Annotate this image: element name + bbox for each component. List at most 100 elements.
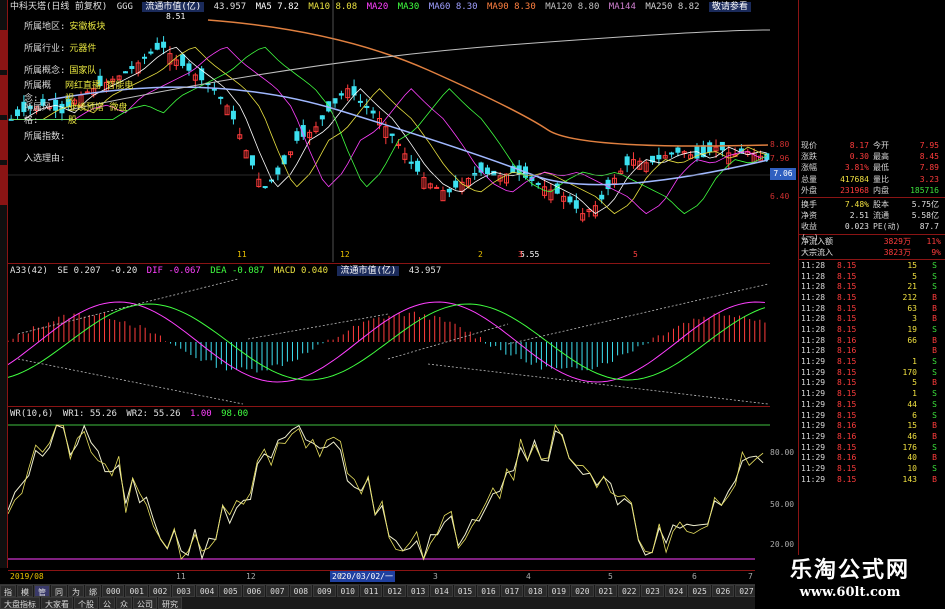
tab-008[interactable]: 008	[289, 585, 313, 597]
tab-006[interactable]: 006	[242, 585, 266, 597]
quote-row: 总量 417684 量比 3.23	[799, 174, 945, 185]
candle-body	[573, 200, 579, 209]
f10-row: 所属地区: 安徽板块	[24, 14, 134, 36]
tick-side: B	[932, 453, 937, 463]
tab-003[interactable]: 003	[172, 585, 195, 597]
left-tab-2[interactable]	[0, 75, 8, 115]
left-tab-1[interactable]	[0, 30, 8, 70]
wr-chart[interactable]	[8, 407, 770, 569]
tab-013[interactable]: 013	[406, 585, 430, 597]
tab-011[interactable]: 011	[359, 585, 383, 597]
tab-模板[interactable]: 模板	[17, 585, 33, 597]
tab-018[interactable]: 018	[524, 585, 547, 597]
tick-row: 11:29 8.15 6 S	[799, 411, 945, 422]
kline-pane[interactable]: 中科天塔(日线 前复权) GGG 流通市值(亿) 43.957 MA5 7.82…	[8, 0, 770, 262]
candle-body	[218, 96, 224, 99]
tick-side: S	[932, 442, 937, 452]
indicator-value: 43.957	[213, 2, 247, 12]
macd-header: A33(42) SE 0.207 -0.20 DIF -0.067 DEA -0…	[10, 265, 445, 277]
f10-value: 业绩预增 微盘股	[67, 103, 128, 126]
quote-key: PE(动)	[873, 222, 901, 232]
tick-list[interactable]: 11:28 8.15 15 S 11:28 8.15 5 S 11:28 8.15 21 S 11:28…	[799, 261, 945, 485]
ma10-label: MA10 8.08	[308, 2, 358, 12]
macd-pane[interactable]: A33(42) SE 0.207 -0.20 DIF -0.067 DEA -0…	[8, 263, 770, 405]
tick-row: 11:29 8.15 5 B	[799, 378, 945, 389]
tab-众[interactable]: 众	[116, 597, 132, 609]
tab-023[interactable]: 023	[641, 585, 664, 597]
quote-panel: 现价 8.17 今开 7.95 涨跌 0.30 最高 8.45 涨幅 3.81% 最低 7.89 总量 4…	[798, 0, 945, 568]
tab-022[interactable]: 022	[617, 585, 641, 597]
tab-研究[interactable]: 研究	[158, 597, 182, 609]
candle-body	[415, 160, 421, 172]
tab-016[interactable]: 016	[477, 585, 500, 597]
quote-value: 0.023	[844, 222, 869, 232]
quote-key: 内盘	[873, 185, 889, 195]
wr-v2: 98.00	[221, 409, 249, 419]
tab-公[interactable]: 公	[99, 597, 115, 609]
candle-body	[211, 88, 217, 91]
tab-017[interactable]: 017	[500, 585, 524, 597]
tick-side: S	[932, 282, 937, 292]
tab-管理[interactable]: 管理	[34, 585, 50, 597]
tab-024[interactable]: 024	[664, 585, 688, 597]
tick-time: 11:28	[801, 303, 826, 313]
quote-key: 收益(一)	[801, 222, 819, 243]
left-tab-4[interactable]	[0, 165, 8, 205]
tab-019[interactable]: 019	[547, 585, 571, 597]
tab-015[interactable]: 015	[453, 585, 477, 597]
ma250-label: MA250 8.82	[645, 2, 700, 12]
tick-side: S	[932, 325, 937, 334]
flow-row: 净流入额 3829万 11%	[799, 236, 945, 247]
tab-010[interactable]: 010	[336, 585, 359, 597]
tick-row: 11:29 8.15 10 S	[799, 464, 945, 475]
high-price-label: 8.51	[166, 12, 186, 21]
tab-绑定股[interactable]: 绑定股	[85, 585, 101, 597]
tab-大盘指标[interactable]: 大盘指标	[0, 597, 40, 609]
tab-公司[interactable]: 公司	[133, 597, 157, 609]
date-marker: 5	[633, 250, 638, 259]
trend-line	[17, 278, 239, 335]
tab-009[interactable]: 009	[313, 585, 336, 597]
left-tab-3[interactable]	[0, 120, 8, 160]
tab-005[interactable]: 005	[219, 585, 242, 597]
wr-name[interactable]: WR(10,6)	[10, 409, 53, 419]
quote-row: 换手 7.48% 股本 5.75亿	[799, 199, 945, 210]
candle-body	[262, 186, 268, 189]
candle-body	[319, 115, 325, 120]
macd-value: MACD 0.040	[273, 266, 329, 276]
tick-price: 8.15	[837, 410, 857, 420]
tick-side: B	[932, 335, 937, 345]
tab-同行[interactable]: 同行	[51, 585, 67, 597]
quote-row: 收益(一) 0.023 PE(动) 87.7	[799, 221, 945, 243]
macd-chart[interactable]	[8, 264, 770, 406]
tab-007[interactable]: 007	[266, 585, 289, 597]
tick-time: 11:29	[801, 399, 826, 409]
tick-price: 8.15	[837, 357, 857, 367]
ma20-label: MA20	[366, 2, 389, 12]
tab-014[interactable]: 014	[430, 585, 453, 597]
tab-个股[interactable]: 个股	[74, 597, 98, 609]
tab-000[interactable]: 000	[102, 585, 125, 597]
tick-row: 11:28 8.15 212 B	[799, 293, 945, 304]
tick-time: 11:29	[801, 389, 826, 399]
tab-为[interactable]: 为	[68, 585, 84, 597]
tick-price: 8.15	[837, 292, 857, 302]
wr-pane[interactable]: WR(10,6) WR1: 55.26 WR2: 55.26 1.00 98.0…	[8, 406, 770, 568]
tab-025[interactable]: 025	[688, 585, 711, 597]
tab-004[interactable]: 004	[195, 585, 219, 597]
tab-021[interactable]: 021	[594, 585, 617, 597]
tab-001[interactable]: 001	[125, 585, 148, 597]
tab-002[interactable]: 002	[148, 585, 172, 597]
indicator-name[interactable]: 流通市值(亿)	[142, 2, 205, 12]
tab-012[interactable]: 012	[383, 585, 406, 597]
candle-body	[453, 180, 459, 188]
macd-name[interactable]: A33(42)	[10, 266, 48, 276]
time-axis-month: 3	[433, 572, 438, 581]
tick-price: 8.15	[837, 282, 857, 292]
tab-指标[interactable]: 指标	[0, 585, 16, 597]
tick-time: 11:29	[801, 378, 826, 388]
tab-020[interactable]: 020	[571, 585, 594, 597]
time-axis-month: 11	[176, 572, 186, 581]
tab-大家看[interactable]: 大家看	[41, 597, 73, 609]
tab-026[interactable]: 026	[711, 585, 735, 597]
